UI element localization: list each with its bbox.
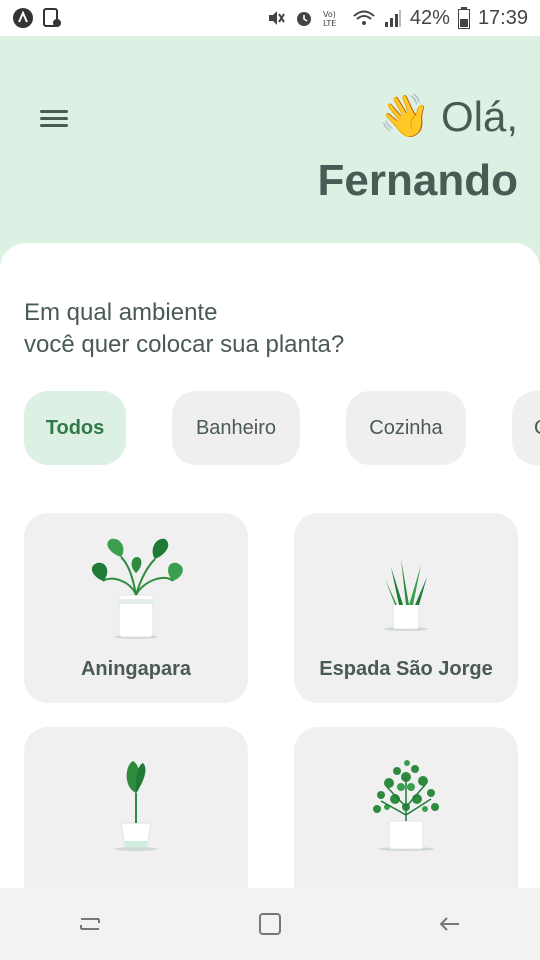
back-icon: [439, 917, 459, 931]
battery-icon: [457, 7, 470, 29]
greeting: 👋 Olá,: [379, 92, 518, 141]
aningapara-plant-icon: [24, 533, 248, 643]
clock: 17:39: [477, 6, 528, 29]
plant-card-3[interactable]: [24, 727, 248, 888]
app-icon: [12, 7, 34, 29]
mute-icon: [266, 8, 286, 28]
plant-name: Aningapara: [80, 658, 192, 680]
volte-icon: Vo) LTE: [322, 8, 344, 28]
user-name: Fernando: [317, 156, 518, 205]
plant-card-aningapara[interactable]: Aningapara: [24, 513, 248, 703]
alarm-icon: [294, 8, 314, 28]
chip-todos[interactable]: Todos: [24, 391, 126, 465]
chip-banheiro[interactable]: Banheiro: [172, 391, 300, 465]
recent-apps-button[interactable]: [60, 894, 120, 954]
header: 👋 Olá, Fernando: [0, 36, 540, 266]
recent-apps-icon: [80, 918, 100, 930]
question-line-2: você quer colocar sua planta?: [24, 331, 345, 358]
espada-sao-jorge-plant-icon: [294, 533, 518, 643]
svg-text:Vo): Vo): [323, 10, 336, 19]
menu-icon: [40, 110, 68, 113]
wifi-icon: [352, 8, 376, 28]
status-bar: Vo) LTE 42% 17:39: [0, 0, 540, 36]
svg-text:LTE: LTE: [323, 19, 336, 28]
home-icon: [259, 913, 281, 935]
back-button[interactable]: [420, 894, 480, 954]
environment-chips: Todos Banheiro Cozinha C: [24, 391, 540, 465]
main-sheet: Em qual ambiente você quer colocar sua p…: [0, 243, 540, 888]
greeting-text: Olá,: [440, 92, 518, 140]
chip-cozinha[interactable]: Cozinha: [346, 391, 466, 465]
plant-card-espada-sao-jorge[interactable]: Espada São Jorge: [294, 513, 518, 703]
chip-next[interactable]: C: [512, 391, 540, 465]
menu-button[interactable]: [40, 106, 78, 134]
question-line-1: Em qual ambiente: [24, 299, 218, 326]
plant-card-4[interactable]: [294, 727, 518, 888]
battery-percent: 42%: [409, 6, 450, 29]
wave-emoji-icon: 👋: [378, 92, 431, 139]
signal-icon: [384, 8, 402, 28]
tall-leaf-plant-icon: [24, 747, 248, 857]
bushy-plant-icon: [294, 747, 518, 857]
plant-name: Espada São Jorge: [319, 658, 493, 680]
home-button[interactable]: [240, 894, 300, 954]
environment-question: Em qual ambiente você quer colocar sua p…: [24, 297, 344, 361]
navigation-bar: [0, 888, 540, 960]
notification-icon: [42, 7, 62, 29]
